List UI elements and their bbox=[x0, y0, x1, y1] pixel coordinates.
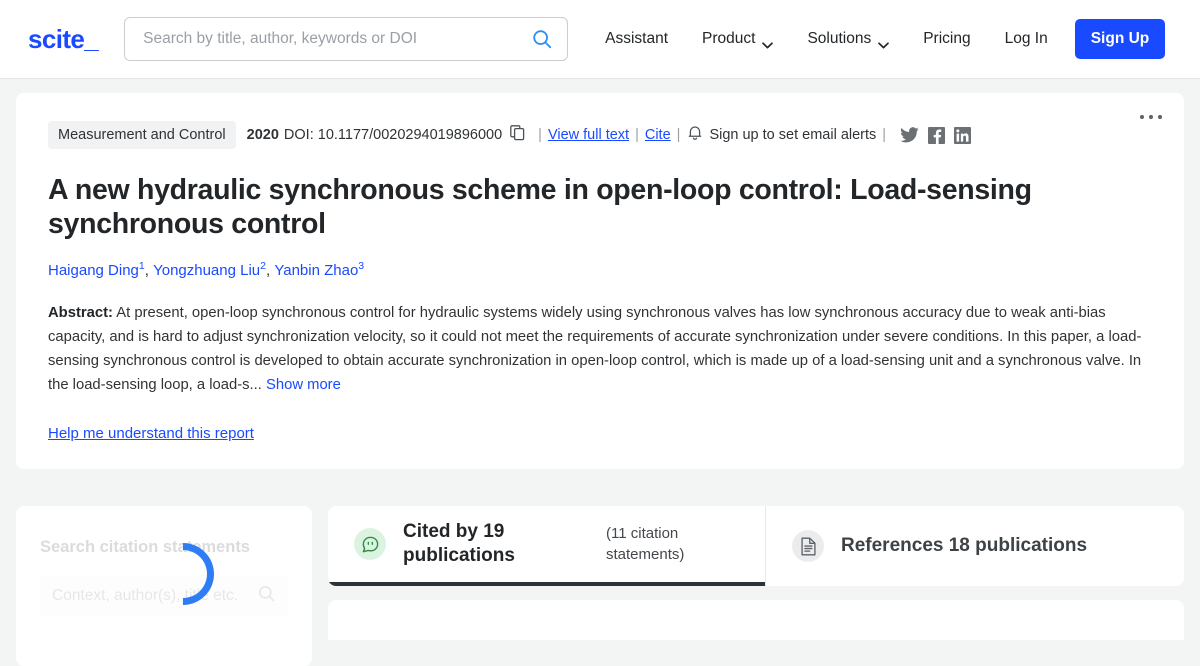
social-share-group bbox=[900, 126, 972, 144]
more-options-icon[interactable] bbox=[1140, 115, 1162, 119]
nav-label-solutions: Solutions bbox=[807, 30, 872, 47]
chevron-down-icon bbox=[878, 36, 890, 48]
author-link-3[interactable]: Yanbin Zhao bbox=[274, 262, 358, 279]
metadata-separator-2: | bbox=[635, 127, 639, 143]
bell-icon bbox=[688, 125, 702, 145]
tab-cited-by-label: Cited by 19 publications bbox=[403, 521, 515, 566]
journal-badge[interactable]: Measurement and Control bbox=[48, 121, 236, 149]
facebook-icon[interactable] bbox=[928, 126, 946, 144]
document-icon bbox=[792, 530, 824, 562]
author-link-2[interactable]: Yongzhuang Liu bbox=[153, 262, 260, 279]
nav-item-assistant[interactable]: Assistant bbox=[588, 22, 685, 56]
email-alerts-label[interactable]: Sign up to set email alerts bbox=[709, 127, 876, 143]
tab-references[interactable]: References 18 publications bbox=[765, 506, 1184, 586]
linkedin-icon[interactable] bbox=[954, 126, 972, 144]
page-title: A new hydraulic synchronous scheme in op… bbox=[48, 174, 1032, 240]
citation-search-placeholder: Context, author(s), title etc. bbox=[52, 587, 239, 604]
cite-link[interactable]: Cite bbox=[645, 127, 671, 143]
search-bar[interactable] bbox=[124, 17, 569, 61]
author-link-1[interactable]: Haigang Ding bbox=[48, 262, 139, 279]
abstract-label: Abstract: bbox=[48, 305, 113, 321]
twitter-icon[interactable] bbox=[900, 126, 919, 144]
nav-label-login: Log In bbox=[1004, 30, 1048, 47]
citation-bubble-icon bbox=[354, 528, 386, 560]
site-header: scite_ Assistant Product Solutions bbox=[0, 0, 1200, 79]
show-more-link[interactable]: Show more bbox=[266, 377, 341, 393]
help-understand-report-link[interactable]: Help me understand this report bbox=[48, 425, 254, 442]
author-list: Haigang Ding1, Yongzhuang Liu2, Yanbin Z… bbox=[48, 260, 365, 279]
scite-logo[interactable]: scite_ bbox=[28, 24, 99, 55]
view-full-text-link[interactable]: View full text bbox=[548, 127, 629, 143]
tab-references-label: References 18 publications bbox=[841, 535, 1088, 556]
nav-label-product: Product bbox=[702, 30, 756, 47]
nav-item-solutions[interactable]: Solutions bbox=[790, 22, 906, 56]
nav-label-assistant: Assistant bbox=[605, 30, 669, 47]
search-input[interactable] bbox=[143, 30, 532, 48]
nav-item-login[interactable]: Log In bbox=[988, 22, 1065, 56]
tab-cited-by-sublabel: (11 citation statements) bbox=[606, 525, 685, 563]
search-icon[interactable] bbox=[257, 584, 276, 608]
metadata-separator-3: | bbox=[676, 127, 681, 143]
publication-year: 2020 bbox=[246, 127, 279, 143]
results-card bbox=[328, 600, 1184, 640]
metadata-separator-1: | bbox=[538, 127, 542, 143]
copy-icon[interactable] bbox=[510, 125, 525, 145]
metadata-separator-4: | bbox=[882, 127, 887, 143]
sign-up-button[interactable]: Sign Up bbox=[1074, 19, 1166, 59]
article-metadata: Measurement and Control 2020 DOI: 10.117… bbox=[48, 121, 1152, 149]
chevron-down-icon bbox=[762, 36, 774, 48]
author-affiliation-3: 3 bbox=[358, 260, 365, 272]
tab-cited-by[interactable]: Cited by 19 publications (11 citation st… bbox=[328, 506, 765, 586]
nav-item-pricing[interactable]: Pricing bbox=[906, 22, 987, 56]
abstract-section: Abstract: At present, open-loop synchron… bbox=[48, 301, 1152, 397]
publication-tabs: Cited by 19 publications (11 citation st… bbox=[328, 506, 1184, 586]
main-nav: Assistant Product Solutions Pricing Log … bbox=[588, 19, 1166, 59]
search-icon[interactable] bbox=[531, 28, 553, 50]
nav-label-pricing: Pricing bbox=[923, 30, 971, 47]
abstract-text: At present, open-loop synchronous contro… bbox=[48, 305, 1142, 393]
doi-text: DOI: 10.1177/0020294019896000 bbox=[283, 127, 503, 143]
nav-item-product[interactable]: Product bbox=[685, 22, 790, 56]
article-card: Measurement and Control 2020 DOI: 10.117… bbox=[16, 93, 1184, 469]
